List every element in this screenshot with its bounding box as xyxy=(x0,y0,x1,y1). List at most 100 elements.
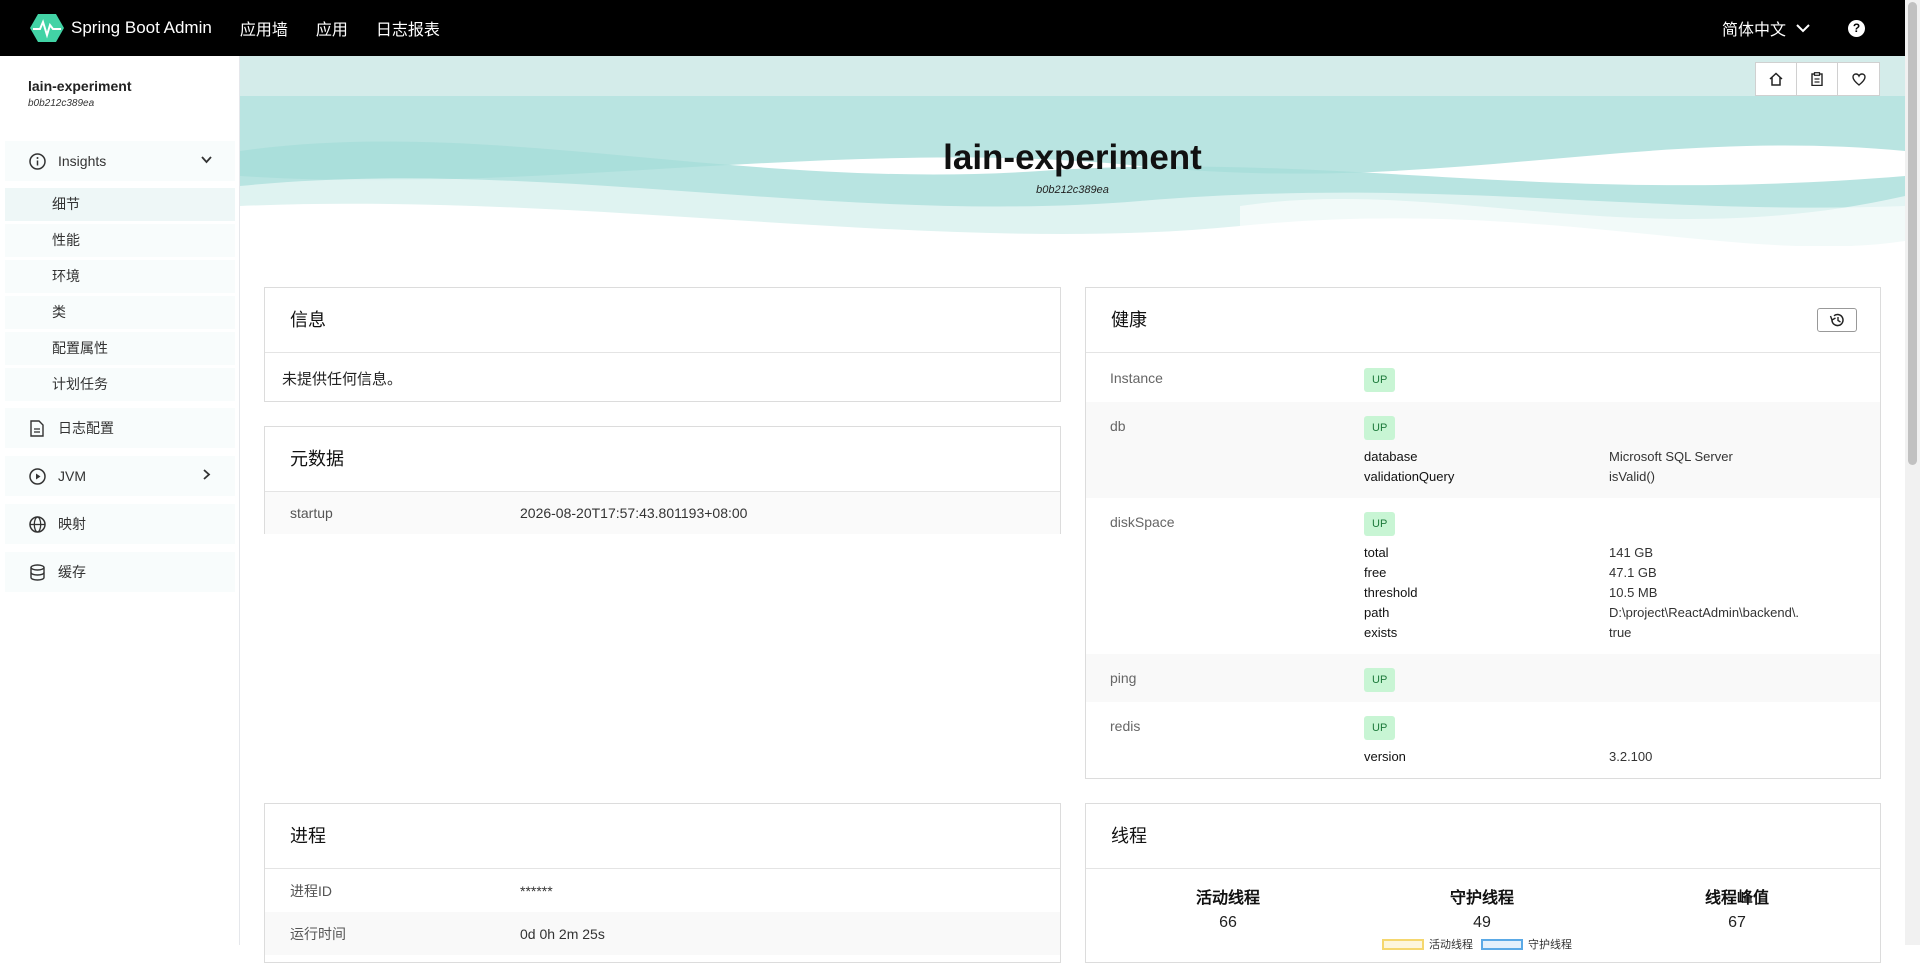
sidebar-item-beans[interactable]: 类 xyxy=(5,296,235,329)
page-header-banner: lain-experiment b0b212c389ea xyxy=(240,56,1905,246)
sidebar-item-scheduledtasks[interactable]: 计划任务 xyxy=(5,368,235,401)
sidebar-item-configprops[interactable]: 配置属性 xyxy=(5,332,235,365)
threads-card: 线程 活动线程 66 守护线程 49 线程峰值 67 活动线程 守护线程 xyxy=(1085,803,1881,963)
process-card-title: 进程 xyxy=(265,804,1060,869)
status-badge: UP xyxy=(1364,368,1396,392)
process-card: 进程 进程ID ****** 运行时间 0d 0h 2m 25s xyxy=(264,803,1061,963)
status-badge: UP xyxy=(1364,716,1396,740)
heart-icon xyxy=(1851,72,1866,86)
metadata-key: startup xyxy=(290,505,333,521)
process-key: 运行时间 xyxy=(290,925,346,942)
health-row-redis: redis UP version 3.2.100 xyxy=(1086,702,1880,778)
health-detail-value: 141 GB xyxy=(1609,545,1654,560)
process-value: 0d 0h 2m 25s xyxy=(520,925,605,942)
sidebar-item-label: 日志配置 xyxy=(58,420,114,436)
health-card: 健康 Instance UP db UP database Microsoft … xyxy=(1085,287,1881,779)
status-badge: UP xyxy=(1364,416,1396,440)
health-row-instance: Instance UP xyxy=(1086,354,1880,402)
sidebar-item-label: 映射 xyxy=(58,516,86,532)
sidebar-item-label: Insights xyxy=(58,153,107,169)
home-icon xyxy=(1769,72,1783,86)
sidebar-app-header: lain-experiment b0b212c389ea xyxy=(0,56,239,123)
process-row: 运行时间 0d 0h 2m 25s xyxy=(265,912,1060,955)
info-card: 信息 未提供任何信息。 xyxy=(264,287,1061,402)
scrollbar[interactable] xyxy=(1905,0,1920,945)
legend-label: 守护线程 xyxy=(1528,939,1572,951)
home-button[interactable] xyxy=(1756,63,1797,95)
sidebar-item-caches[interactable]: 缓存 xyxy=(5,552,235,592)
help-icon[interactable]: ? xyxy=(1848,19,1865,37)
thread-stat-value: 49 xyxy=(1473,914,1491,931)
info-card-title: 信息 xyxy=(265,288,1060,353)
process-row: 进程ID ****** xyxy=(265,869,1060,912)
thread-stat-label: 线程峰值 xyxy=(1704,890,1769,907)
thread-stat-value: 66 xyxy=(1219,914,1237,931)
language-label: 简体中文 xyxy=(1721,22,1786,39)
health-detail-key: exists xyxy=(1364,625,1398,640)
page-subtitle: b0b212c389ea xyxy=(1036,184,1109,196)
health-key: Instance xyxy=(1110,370,1163,386)
header-toolbar xyxy=(1755,62,1880,96)
health-detail-key: validationQuery xyxy=(1364,469,1455,484)
brand-name: Spring Boot Admin xyxy=(71,18,212,37)
history-icon xyxy=(1829,313,1844,327)
status-badge: UP xyxy=(1364,668,1396,692)
page-title: lain-experiment xyxy=(943,138,1202,177)
sidebar-item-metrics[interactable]: 性能 xyxy=(5,224,235,257)
health-row-ping: ping UP xyxy=(1086,654,1880,702)
health-detail-value: isValid() xyxy=(1609,469,1655,484)
clipboard-button[interactable] xyxy=(1797,63,1838,95)
thread-stat-peak: 线程峰值 67 xyxy=(1637,884,1837,932)
health-key: redis xyxy=(1110,718,1141,734)
language-selector[interactable]: 简体中文 xyxy=(1722,16,1810,40)
favorite-button[interactable] xyxy=(1838,63,1879,95)
nav-applications[interactable]: 应用 xyxy=(316,16,348,40)
health-history-button[interactable] xyxy=(1817,308,1857,332)
health-detail-key: free xyxy=(1364,565,1387,580)
legend-swatch-daemon xyxy=(1481,938,1523,950)
sidebar-item-jvm[interactable]: JVM xyxy=(5,456,235,496)
health-detail-key: version xyxy=(1364,749,1406,764)
chevron-down-icon xyxy=(1796,23,1810,32)
document-icon xyxy=(28,419,46,437)
health-row-db: db UP database Microsoft SQL Server vali… xyxy=(1086,402,1880,498)
sidebar-item-mappings[interactable]: 映射 xyxy=(5,504,235,544)
chevron-right-icon xyxy=(203,469,211,480)
health-card-title: 健康 xyxy=(1086,288,1880,353)
scrollbar-thumb[interactable] xyxy=(1908,2,1917,465)
globe-icon xyxy=(28,515,46,533)
brand[interactable]: Spring Boot Admin xyxy=(30,13,212,43)
thread-stat-value: 67 xyxy=(1728,914,1746,931)
threads-card-title: 线程 xyxy=(1086,804,1880,869)
sidebar-item-label: 缓存 xyxy=(58,564,86,580)
health-detail-value: 3.2.100 xyxy=(1609,749,1653,764)
thread-stat-live: 活动线程 66 xyxy=(1128,884,1328,932)
clipboard-icon xyxy=(1811,72,1823,86)
sidebar-app-id: b0b212c389ea xyxy=(28,98,95,109)
sidebar-item-insights[interactable]: Insights xyxy=(5,141,235,181)
health-key: ping xyxy=(1110,670,1137,686)
health-detail-key: threshold xyxy=(1364,585,1418,600)
health-row-diskspace: diskSpace UP total 141 GB free 47.1 GB t… xyxy=(1086,498,1880,654)
play-circle-icon xyxy=(28,467,46,485)
database-icon xyxy=(28,563,46,581)
thread-stat-daemon: 守护线程 49 xyxy=(1382,884,1582,932)
thread-chart-legend: 活动线程 守护线程 xyxy=(1382,936,1572,952)
health-detail-value: 47.1 GB xyxy=(1609,565,1657,580)
thread-stat-label: 活动线程 xyxy=(1195,890,1260,907)
health-detail-value: 10.5 MB xyxy=(1609,585,1658,600)
info-empty-text: 未提供任何信息。 xyxy=(282,371,403,388)
nav-journal[interactable]: 日志报表 xyxy=(376,16,440,40)
spring-boot-admin-logo-icon xyxy=(30,14,64,42)
metadata-card: 元数据 startup 2026-08-20T17:57:43.801193+0… xyxy=(264,426,1061,534)
health-detail-value: true xyxy=(1609,625,1632,640)
main-content: lain-experiment b0b212c389ea 信息 未提供任何信息。… xyxy=(240,56,1905,963)
metadata-row: startup 2026-08-20T17:57:43.801193+08:00 xyxy=(265,492,1060,534)
health-detail-key: total xyxy=(1364,545,1389,560)
nav-wallboard[interactable]: 应用墙 xyxy=(240,16,288,40)
sidebar-item-loggers[interactable]: 日志配置 xyxy=(5,408,235,448)
sidebar-item-environment[interactable]: 环境 xyxy=(5,260,235,293)
metadata-card-title: 元数据 xyxy=(265,427,1060,492)
sidebar-item-details[interactable]: 细节 xyxy=(5,188,235,221)
thread-stat-label: 守护线程 xyxy=(1449,890,1514,907)
